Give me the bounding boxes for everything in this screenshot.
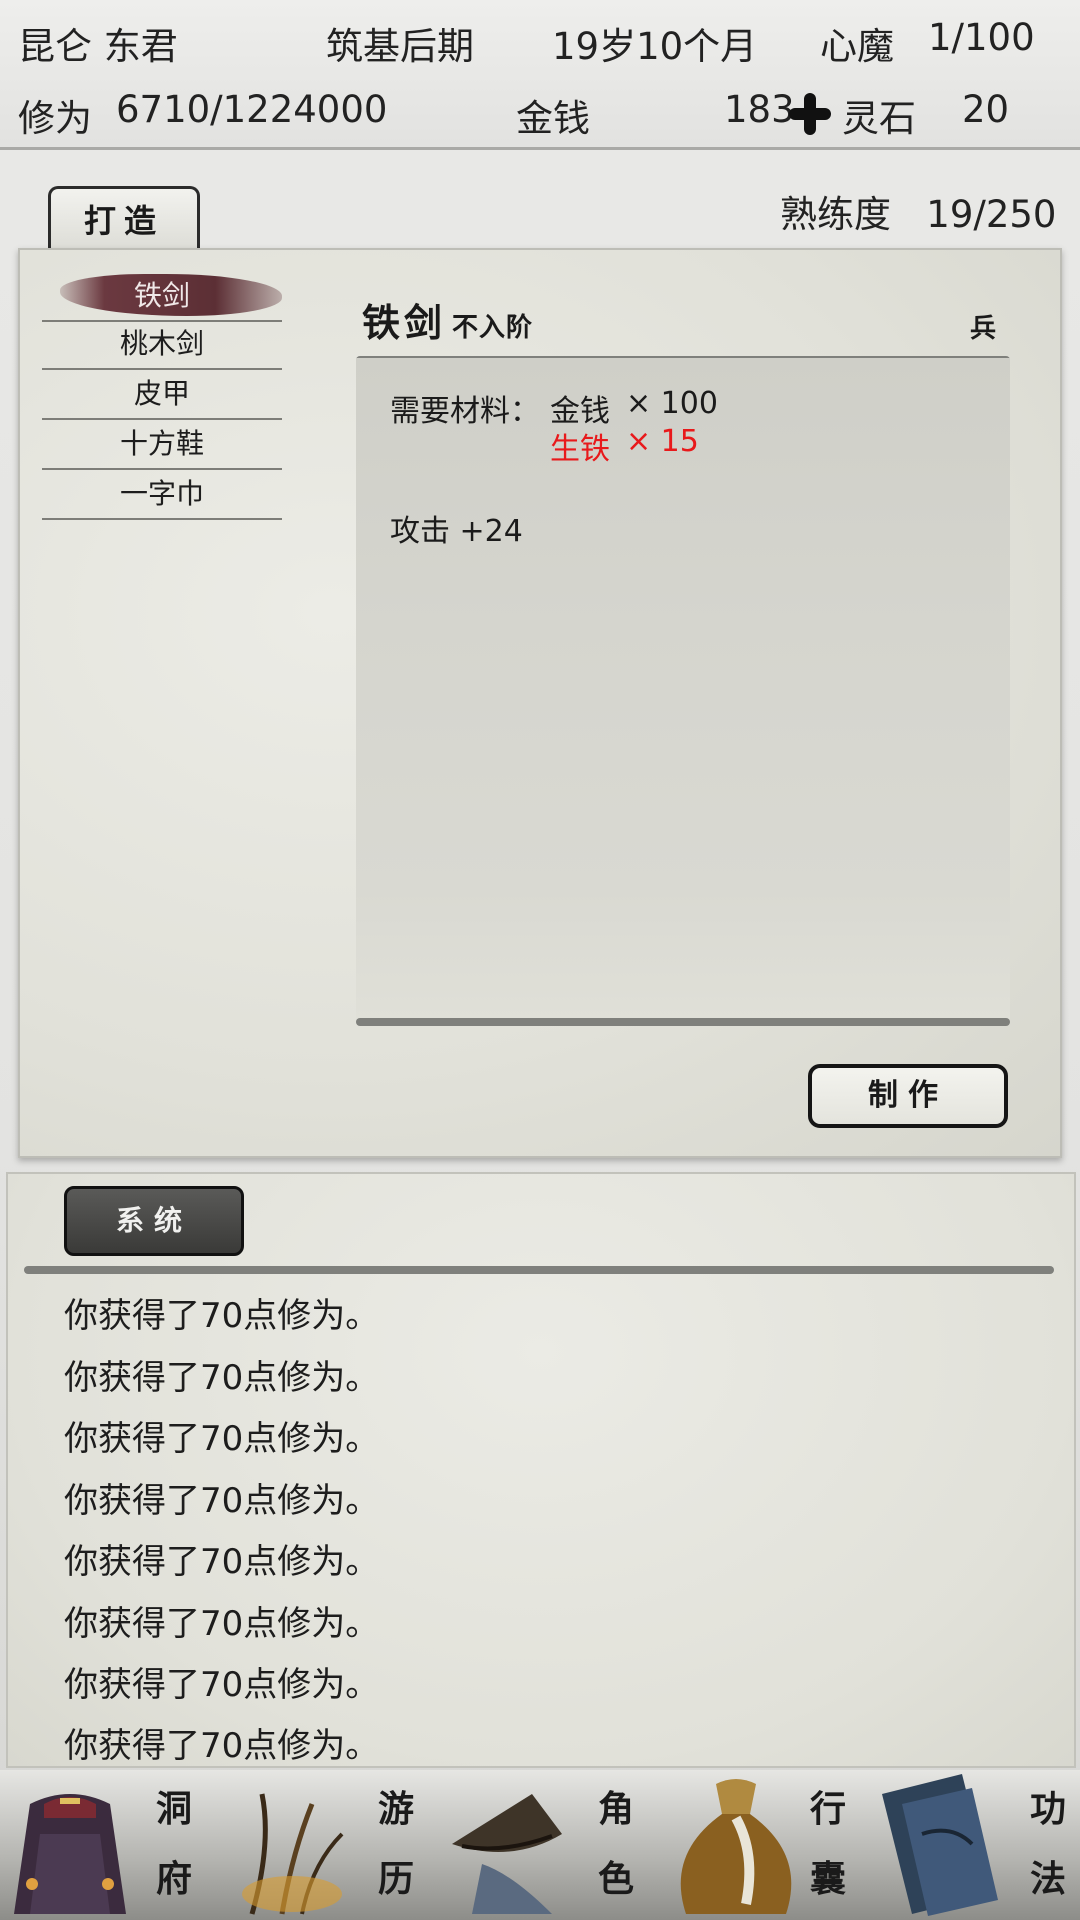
nav-label-bottom: 法 [1029, 1858, 1066, 1900]
proficiency-value: 19/250 [926, 193, 1057, 236]
tab-system[interactable]: 系统 [64, 1186, 244, 1256]
material-iron-qty: × 15 [626, 424, 699, 459]
recipe-item-leather-armor[interactable]: 皮甲 [42, 370, 282, 420]
money-label: 金钱 [516, 97, 590, 140]
log-line: 你获得了70点修为。 [64, 1542, 380, 1582]
nav-label-bottom: 色 [597, 1858, 634, 1900]
nav-label-top: 行 [809, 1788, 846, 1830]
nav-skills[interactable]: 功 法 [872, 1774, 1080, 1920]
log-line: 你获得了70点修为。 [64, 1358, 380, 1398]
cave-mansion-icon [14, 1794, 126, 1914]
log-line: 你获得了70点修为。 [64, 1296, 380, 1336]
nav-label-bottom: 囊 [809, 1858, 846, 1900]
nav-cave-mansion[interactable]: 洞 府 [0, 1774, 240, 1920]
detail-bottom-divider [356, 1018, 1010, 1026]
recipe-item-label: 桃木剑 [119, 327, 204, 360]
nav-label-top: 洞 [155, 1788, 192, 1830]
recipe-item-iron-sword[interactable]: 铁剑 [42, 272, 282, 322]
age-text: 19岁10个月 [552, 25, 758, 68]
make-button[interactable]: 制作 [808, 1064, 1008, 1128]
nav-label-top: 游 [377, 1788, 414, 1830]
travel-icon [242, 1793, 344, 1915]
item-type: 兵 [970, 314, 997, 344]
tab-forge[interactable]: 打造 [48, 186, 200, 252]
recipe-item-label: 一字巾 [119, 477, 204, 510]
nav-label-bottom: 府 [155, 1858, 192, 1900]
proficiency: 熟练度 19/250 [780, 184, 1056, 238]
recipe-item-shifang-shoes[interactable]: 十方鞋 [42, 420, 282, 470]
nav-label-top: 角 [597, 1788, 634, 1830]
nav-label-bottom: 历 [377, 1858, 414, 1900]
nav-label-top: 功 [1029, 1788, 1066, 1830]
recipe-item-peach-sword[interactable]: 桃木剑 [42, 320, 282, 370]
item-title: 铁剑 不入阶 [362, 292, 533, 347]
bag-icon [680, 1779, 792, 1914]
log-divider [24, 1266, 1054, 1274]
log-line: 你获得了70点修为。 [64, 1726, 380, 1766]
item-name: 铁剑 [362, 300, 447, 345]
proficiency-label: 熟练度 [780, 193, 891, 236]
nav-character[interactable]: 角 色 [442, 1774, 662, 1920]
recipe-item-label: 皮甲 [133, 377, 190, 410]
log-line: 你获得了70点修为。 [64, 1419, 380, 1459]
character-icon [452, 1794, 562, 1914]
skills-book-icon [882, 1774, 998, 1916]
spirit-stone-value: 20 [962, 88, 1010, 131]
heart-demon-value: 1/100 [928, 16, 1035, 59]
nav-bag[interactable]: 行 囊 [656, 1774, 876, 1920]
log-line: 你获得了70点修为。 [64, 1665, 380, 1705]
item-effect: 攻击 +24 [390, 514, 523, 549]
character-name: 昆仑 东君 [18, 25, 178, 68]
bottom-nav: 洞 府 游 历 角 色 行 囊 功 法 [0, 1770, 1080, 1920]
log-line: 你获得了70点修为。 [64, 1481, 380, 1521]
material-money-qty: × 100 [626, 386, 718, 421]
nav-travel[interactable]: 游 历 [222, 1774, 442, 1920]
item-grade: 不入阶 [452, 313, 534, 343]
log-line: 你获得了70点修为。 [64, 1604, 380, 1644]
materials-label: 需要材料： [390, 394, 540, 429]
material-iron-name: 生铁 [550, 432, 610, 467]
spirit-stone-icon [789, 93, 831, 135]
realm-text: 筑基后期 [326, 25, 474, 68]
cultivation-label: 修为 [18, 97, 92, 140]
money-value: 183 [724, 88, 795, 131]
recipe-item-label: 铁剑 [133, 279, 190, 312]
heart-demon-label: 心魔 [820, 25, 894, 68]
recipe-item-label: 十方鞋 [119, 427, 204, 460]
cultivation-value: 6710/1224000 [116, 88, 388, 131]
recipe-item-yizi-turban[interactable]: 一字巾 [42, 470, 282, 520]
spirit-stone-label: 灵石 [842, 97, 916, 140]
